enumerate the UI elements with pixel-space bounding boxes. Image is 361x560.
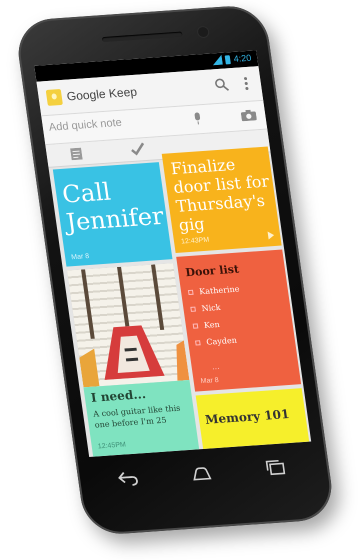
recent-apps-icon[interactable]	[263, 458, 288, 477]
phone-screen: 4:20 Google Keep Add quick note Call Jen…	[34, 50, 312, 458]
checklist: Katherine Nick Ken Cayden	[187, 281, 248, 352]
checklist-item-label: Ken	[203, 319, 221, 330]
front-camera	[196, 25, 210, 39]
mic-icon[interactable]	[192, 112, 203, 126]
status-icons: 4:20	[212, 53, 252, 66]
note-title: I need...	[90, 387, 147, 405]
home-icon[interactable]	[189, 463, 214, 482]
note-image[interactable]	[67, 263, 190, 388]
guitar-illustration	[79, 264, 190, 388]
checklist-item-label: Katherine	[198, 284, 241, 297]
clock: 4:20	[232, 52, 252, 64]
search-icon[interactable]	[214, 77, 230, 92]
note-title: Call Jennifer	[60, 177, 166, 237]
keep-logo-icon[interactable]	[45, 88, 63, 106]
overflow-menu-icon[interactable]	[243, 76, 249, 91]
signal-icon	[213, 54, 224, 66]
phone-device: 4:20 Google Keep Add quick note Call Jen…	[13, 3, 337, 537]
note-card[interactable]: I need... A cool guitar like this one be…	[83, 379, 200, 457]
guitar-image	[67, 263, 190, 388]
navigation-bar	[99, 453, 309, 495]
note-card[interactable]: Door list Katherine Nick Ken Cayden ... …	[176, 249, 302, 392]
camera-icon[interactable]	[240, 109, 257, 122]
note-body: A cool guitar like this one before I'm 2…	[92, 403, 181, 430]
notes-grid: Call Jennifer Mar 8 Finalize door list f…	[49, 146, 312, 457]
back-icon[interactable]	[115, 469, 140, 488]
battery-icon	[225, 54, 232, 64]
checklist-item[interactable]: Cayden	[194, 331, 247, 351]
note-time: 12:45PM	[97, 441, 127, 451]
note-card[interactable]: Finalize door list for Thursday's gig 12…	[161, 146, 282, 253]
more-items: ...	[211, 360, 220, 372]
checkbox-icon[interactable]	[190, 306, 196, 312]
app-title: Google Keep	[65, 84, 138, 104]
note-date: Mar 8	[200, 376, 220, 386]
checkbox-icon[interactable]	[187, 289, 194, 296]
note-card[interactable]: Call Jennifer Mar 8	[52, 162, 173, 267]
quick-note-input[interactable]	[48, 113, 170, 134]
earpiece-speaker	[101, 31, 183, 43]
checklist-item-label: Nick	[201, 302, 222, 314]
note-card[interactable]: Memory 101	[195, 388, 310, 450]
checklist-item-label: Cayden	[205, 335, 238, 347]
note-title: Memory 101	[204, 407, 291, 427]
note-date: Mar 8	[70, 253, 90, 262]
list-icon[interactable]	[70, 147, 83, 161]
note-time: 12:43PM	[180, 236, 210, 246]
check-icon[interactable]	[130, 142, 146, 156]
checkbox-icon[interactable]	[195, 340, 201, 346]
stage: 4:20 Google Keep Add quick note Call Jen…	[0, 0, 361, 560]
note-title: Door list	[184, 262, 240, 280]
play-arrow-icon	[267, 231, 275, 240]
note-title: Finalize door list for Thursday's gig	[169, 154, 271, 235]
checkbox-icon[interactable]	[192, 323, 199, 329]
